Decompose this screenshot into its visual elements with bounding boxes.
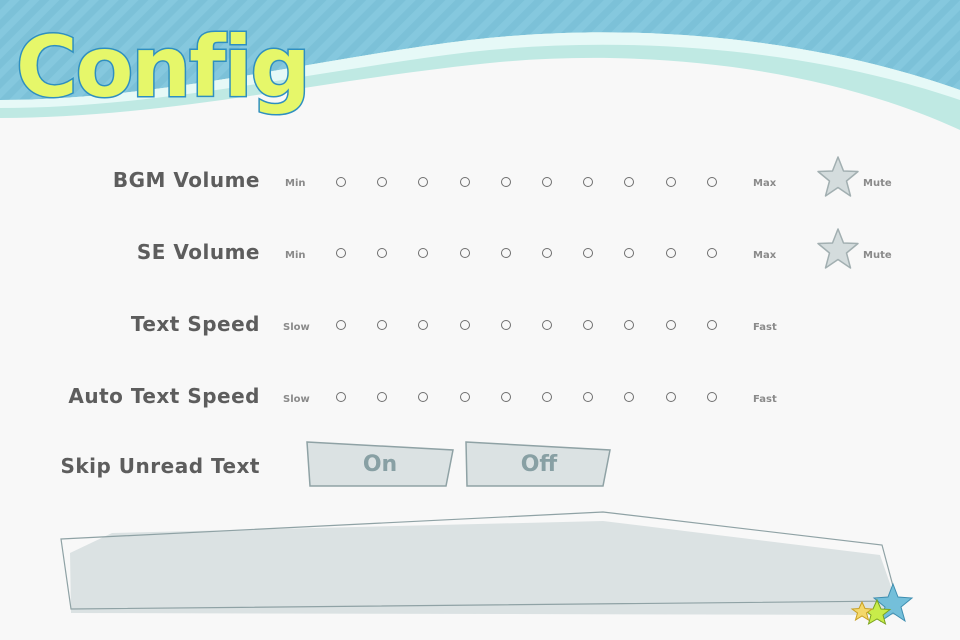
slider-option-3[interactable] xyxy=(418,248,428,258)
slider-option-4[interactable] xyxy=(460,392,470,402)
slider-option-2[interactable] xyxy=(377,248,387,258)
bgm-mute-button[interactable] xyxy=(815,155,861,199)
slider-option-4[interactable] xyxy=(460,248,470,258)
slider-option-2[interactable] xyxy=(377,177,387,187)
slider-option-7[interactable] xyxy=(583,248,593,258)
se-mute-button[interactable] xyxy=(815,227,861,271)
slider-option-8[interactable] xyxy=(624,248,634,258)
slider-option-6[interactable] xyxy=(542,248,552,258)
slider-option-1[interactable] xyxy=(336,392,346,402)
se-mute-label: Mute xyxy=(863,250,892,261)
skip-on-label: On xyxy=(362,451,398,477)
decor-stars xyxy=(850,582,914,626)
slider-option-5[interactable] xyxy=(501,177,511,187)
slider-option-3[interactable] xyxy=(418,392,428,402)
slider-option-4[interactable] xyxy=(460,320,470,330)
slider-option-1[interactable] xyxy=(336,177,346,187)
slider-option-3[interactable] xyxy=(418,320,428,330)
slider-option-5[interactable] xyxy=(501,392,511,402)
slider-option-10[interactable] xyxy=(707,177,717,187)
slider-option-7[interactable] xyxy=(583,392,593,402)
slider-option-1[interactable] xyxy=(336,248,346,258)
star-icon xyxy=(817,156,859,197)
slider-option-10[interactable] xyxy=(707,248,717,258)
slider-option-2[interactable] xyxy=(377,320,387,330)
slider-option-5[interactable] xyxy=(501,248,511,258)
slider-option-3[interactable] xyxy=(418,177,428,187)
message-panel xyxy=(60,511,901,615)
config-screen: Config BGM Volume SE Volume Text Speed A… xyxy=(0,0,960,640)
skip-unread-label: Skip Unread Text xyxy=(60,454,260,478)
slider-option-6[interactable] xyxy=(542,392,552,402)
title-logo: Config xyxy=(15,17,313,118)
slider-option-2[interactable] xyxy=(377,392,387,402)
slider-option-5[interactable] xyxy=(501,320,511,330)
slider-option-10[interactable] xyxy=(707,320,717,330)
slider-option-6[interactable] xyxy=(542,320,552,330)
slider-option-7[interactable] xyxy=(583,177,593,187)
slider-option-9[interactable] xyxy=(666,248,676,258)
slider-option-8[interactable] xyxy=(624,392,634,402)
page-title: Config xyxy=(14,8,314,123)
slider-option-10[interactable] xyxy=(707,392,717,402)
bgm-mute-label: Mute xyxy=(863,178,892,189)
skip-off-label: Off xyxy=(520,451,558,477)
slider-option-8[interactable] xyxy=(624,177,634,187)
star-icon xyxy=(817,228,859,269)
slider-option-6[interactable] xyxy=(542,177,552,187)
slider-option-9[interactable] xyxy=(666,177,676,187)
slider-option-7[interactable] xyxy=(583,320,593,330)
skip-on-button[interactable]: On xyxy=(305,440,455,488)
slider-option-1[interactable] xyxy=(336,320,346,330)
skip-off-button[interactable]: Off xyxy=(464,440,614,488)
auto-text-speed-slider xyxy=(0,392,960,404)
slider-option-9[interactable] xyxy=(666,392,676,402)
text-speed-slider xyxy=(0,320,960,332)
slider-option-9[interactable] xyxy=(666,320,676,330)
svg-text:Config: Config xyxy=(16,18,309,116)
slider-option-4[interactable] xyxy=(460,177,470,187)
slider-option-8[interactable] xyxy=(624,320,634,330)
